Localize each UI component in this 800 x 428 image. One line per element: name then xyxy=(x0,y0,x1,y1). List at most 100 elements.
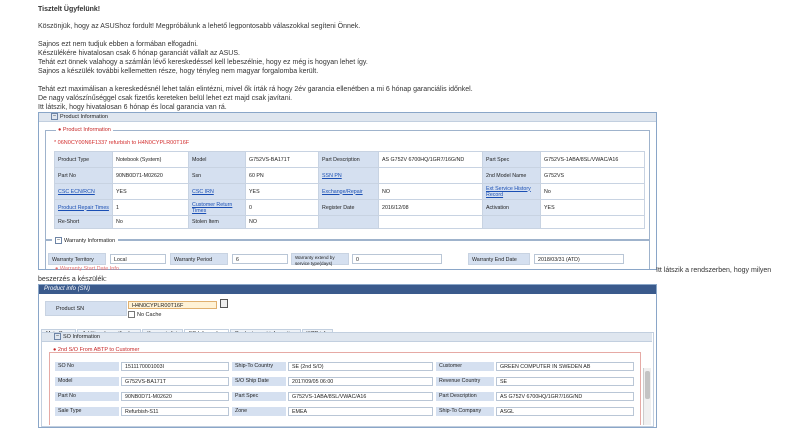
search-icon[interactable] xyxy=(220,299,228,308)
email-body: Tisztelt Ügyfelünk! Köszönjük, hogy az A… xyxy=(38,5,738,113)
section-title: ● Product Information xyxy=(56,127,113,133)
warranty-start-date-title: ● Warranty Start Date Info xyxy=(55,266,119,272)
greeting: Tisztelt Ügyfelünk! xyxy=(38,6,101,13)
email-line: Tehát ezt önnek valahogy a számlán lévő … xyxy=(38,59,368,67)
revenue-country-value[interactable]: SE xyxy=(496,377,634,386)
table-row: CSC ECN/RCN YES CSC IRN YES Exchange/Repair N… xyxy=(54,183,645,200)
so-no-label: SO No xyxy=(55,362,119,371)
no-cache-label: No Cache xyxy=(137,311,162,318)
ship-to-country-value[interactable]: SE (2nd S/O) xyxy=(288,362,433,371)
warranty-extend-label: Warranty extend by service type(days) xyxy=(291,253,349,266)
warranty-end-value[interactable]: 2018/03/31 (ATD) xyxy=(534,254,624,264)
so-title: SO Information xyxy=(63,334,100,340)
table-cell-label: 2nd Model Name xyxy=(482,167,541,184)
table-cell-label: Part No xyxy=(54,167,113,184)
revenue-country-label: Revenue Country xyxy=(436,377,494,386)
table-cell-label[interactable]: CSC IRN xyxy=(188,183,246,200)
table-cell-label: Re-Short xyxy=(54,215,113,229)
table-cell-label xyxy=(318,215,379,229)
table-cell-label[interactable]: Product Repair Times xyxy=(54,199,113,216)
table-cell-label: Model xyxy=(188,151,246,168)
email-line: Készülékére hivatalosan csak 6 hónap gar… xyxy=(38,49,240,57)
warranty-period-value[interactable]: 6 xyxy=(232,254,288,264)
collapse-icon[interactable]: – xyxy=(55,237,62,244)
customer-value[interactable]: GREEN COMPUTER IN SWEDEN AB xyxy=(496,362,634,371)
collapse-icon[interactable]: – xyxy=(51,113,58,121)
part-desc-label: Part Description xyxy=(436,392,494,401)
no-cache-checkbox[interactable]: No Cache xyxy=(128,311,161,318)
table-cell-label: Stolen Item xyxy=(188,215,246,229)
ship-date-value[interactable]: 2017/09/05 06:00 xyxy=(288,377,433,386)
part-no-value[interactable]: 90NB0D71-M02620 xyxy=(121,392,229,401)
tab-bar: Main PageAdditional specificationKey par… xyxy=(41,322,334,340)
ship-date-label: S/O Ship Date xyxy=(232,377,286,386)
part-no-label: Part No xyxy=(55,392,119,401)
table-cell-label: Activation xyxy=(482,199,541,216)
table-cell-value: G752VS xyxy=(540,167,645,184)
so-info-bar: – SO Information xyxy=(42,333,652,342)
checkbox-icon[interactable] xyxy=(128,311,135,318)
table-cell-value: 1 xyxy=(112,199,189,216)
email-line: Sajnos a készülék további kellemetten ré… xyxy=(38,68,319,76)
table-cell-label: Ssn xyxy=(188,167,246,184)
side-note-line1: Itt látszik a rendszerben, hogy milyen xyxy=(656,267,772,274)
table-cell-label[interactable]: SSN PN xyxy=(318,167,379,184)
collapse-icon[interactable]: – xyxy=(54,333,61,341)
warranty-extend-value[interactable]: 0 xyxy=(352,254,442,264)
part-spec-value[interactable]: G752VS-1ABA/8SL/VWAC/A16 xyxy=(288,392,433,401)
scrollbar-thumb[interactable] xyxy=(645,371,650,399)
bar-label: Product Information xyxy=(60,114,108,120)
table-row: Part No 90NB0D71-M02620 Ssn 60 PN SSN PN 2nd … xyxy=(54,167,645,184)
table-cell-value: No xyxy=(112,215,189,229)
model-value[interactable]: G752VS-BA171T xyxy=(121,377,229,386)
table-row: Product Repair Times 1 Customer Return Tim… xyxy=(54,199,645,216)
ship-to-company-value[interactable]: ASGL xyxy=(496,407,634,416)
table-cell-label: Product Type xyxy=(54,151,113,168)
table-cell-label[interactable]: Ext Service History Record xyxy=(482,183,541,200)
product-sn-input[interactable]: H4N0CYPLR00T16F xyxy=(128,301,217,309)
ship-to-company-label: Ship-To Company xyxy=(436,407,494,416)
part-desc-value[interactable]: AS G752V 6700HQ/1GR7/16G/ND xyxy=(496,392,634,401)
table-cell-value: AS G752V 6700HQ/1GR7/16G/ND xyxy=(378,151,483,168)
warranty-period-label: Warranty Period xyxy=(170,253,228,265)
table-cell-value: 90NB0D71-M02620 xyxy=(112,167,189,184)
table-cell-label xyxy=(482,215,541,229)
table-cell-value: NO xyxy=(245,215,319,229)
zone-value[interactable]: EMEA xyxy=(288,407,433,416)
table-cell-value: NO xyxy=(378,183,483,200)
so-no-value[interactable]: 1511170001003I xyxy=(121,362,229,371)
email-line: De nagy valószínűséggel csak fizetős ker… xyxy=(38,95,293,103)
product-sn-panel: Product info (SN) Product SN H4N0CYPLR00… xyxy=(38,284,657,428)
ship-to-country-label: Ship-To Country xyxy=(232,362,286,371)
table-cell-label[interactable]: Customer Return Times xyxy=(188,199,246,216)
table-cell-value: YES xyxy=(112,183,189,200)
customer-label: Customer xyxy=(436,362,494,371)
side-note-line2: beszerzés a készülék: xyxy=(38,276,107,283)
table-cell-value: G752VS-BA171T xyxy=(245,151,319,168)
product-info-section: ● Product Information * 06N0CY00N6F1337 … xyxy=(45,127,650,240)
table-cell-label: Register Date xyxy=(318,199,379,216)
product-info-panel: – Product Information ● Product Informati… xyxy=(38,112,657,270)
table-cell-value: 60 PN xyxy=(245,167,319,184)
table-cell-value: 0 xyxy=(245,199,319,216)
sale-type-value[interactable]: Refurbish-S11 xyxy=(121,407,229,416)
warranty-territory-value[interactable]: Local xyxy=(110,254,166,264)
warranty-end-label: Warranty End Date xyxy=(468,253,530,265)
table-cell-label: Part Description xyxy=(318,151,379,168)
vertical-scrollbar[interactable] xyxy=(643,368,651,425)
table-cell-value: YES xyxy=(245,183,319,200)
table-cell-value: Notebook (System) xyxy=(112,151,189,168)
model-label: Model xyxy=(55,377,119,386)
warranty-title: – Warranty Information xyxy=(52,237,119,244)
email-line: Köszönjük, hogy az ASUShoz fordult! Megp… xyxy=(38,23,361,31)
sale-type-label: Sale Type xyxy=(55,407,119,416)
table-cell-value xyxy=(540,215,645,229)
table-cell-label[interactable]: Exchange/Repair xyxy=(318,183,379,200)
product-sn-label: Product SN xyxy=(45,301,127,316)
product-info-table: Product Type Notebook (System) Model G752VS… xyxy=(54,151,645,229)
refurb-note: * 06N0CY00N6F1337 refurbish to H4N0CYPLR… xyxy=(54,140,190,146)
warranty-territory-label: Warranty Territory xyxy=(48,253,106,265)
table-cell-label[interactable]: CSC ECN/RCN xyxy=(54,183,113,200)
table-cell-value xyxy=(378,215,483,229)
table-cell-label: Part Spec xyxy=(482,151,541,168)
